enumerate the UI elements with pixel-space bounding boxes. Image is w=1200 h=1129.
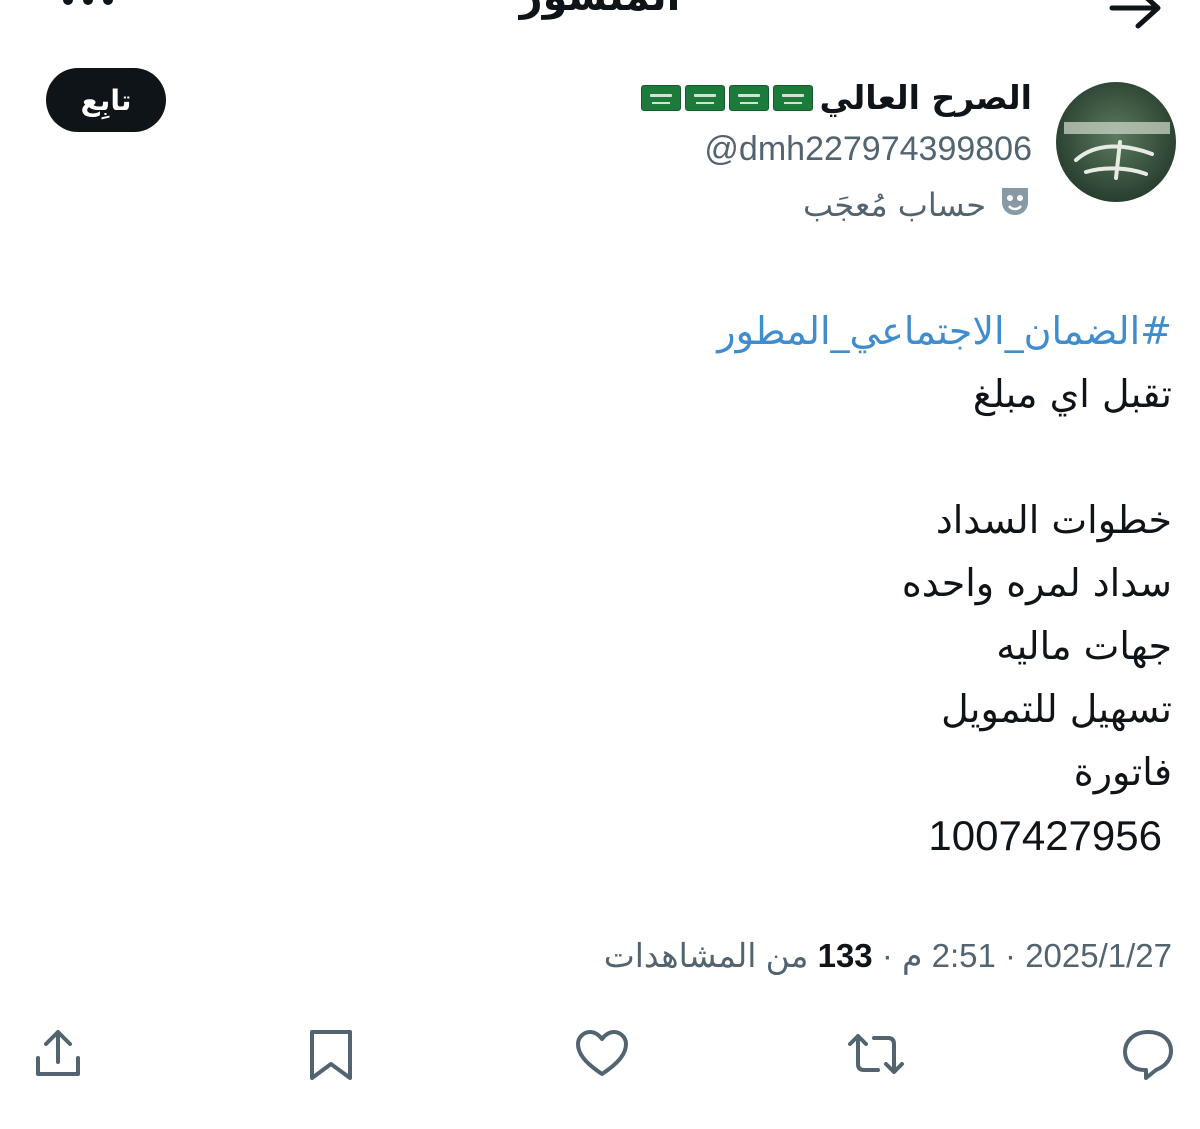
post-date[interactable]: 2025/1/27 [1025,937,1172,974]
parody-account-label: حساب مُعجَب [803,184,1032,226]
post-line: فاتورة [1073,750,1172,794]
more-options-icon[interactable] [62,0,114,16]
saudi-flag-icon [773,84,814,111]
saudi-flag-icon [729,84,770,111]
post-line: خطوات السداد [935,498,1172,542]
author-display-name[interactable]: الصرح العالي [641,78,1032,117]
action-bar [0,1026,1200,1086]
views-label: من المشاهدات [603,937,809,974]
post-time[interactable]: 2:51 م [902,937,996,974]
post-meta: 2025/1/27 · 2:51 م · 133 من المشاهدات [604,936,1172,975]
hashtag-link[interactable]: #الضمان_الاجتماعي_المطور [72,300,1172,363]
theater-mask-icon [998,184,1032,226]
post-line: سداد لمره واحده [901,561,1172,605]
post-line: تسهيل للتمويل [941,687,1172,731]
post-line: جهات ماليه [996,624,1172,668]
parody-label-text: حساب مُعجَب [802,186,986,224]
bookmark-icon[interactable] [306,1026,362,1082]
saudi-flag-icon [641,84,682,111]
avatar[interactable] [1056,82,1176,202]
post-page: المنشور تابِع الصرح العالي [0,0,1200,1129]
author-name-text: الصرح العالي [819,78,1032,117]
views-count: 133 [817,937,873,974]
post-body: #الضمان_الاجتماعي_المطور تقبل اي مبلغ خط… [72,300,1172,867]
invoice-number: 1007427956 [928,812,1162,859]
page-title: المنشور [0,0,1200,20]
follow-button[interactable]: تابِع [46,68,166,132]
post-line: تقبل اي مبلغ [972,372,1172,416]
author-handle[interactable]: @dmh227974399806 [704,130,1032,169]
share-icon[interactable] [32,1026,88,1082]
reply-icon[interactable] [1120,1026,1176,1082]
back-arrow-icon[interactable] [1108,0,1164,34]
like-heart-icon[interactable] [574,1026,630,1082]
saudi-flags [641,84,814,111]
meta-separator: · [1005,937,1017,974]
meta-separator: · [881,937,893,974]
repost-icon[interactable] [846,1026,904,1082]
saudi-flag-icon [685,84,726,111]
